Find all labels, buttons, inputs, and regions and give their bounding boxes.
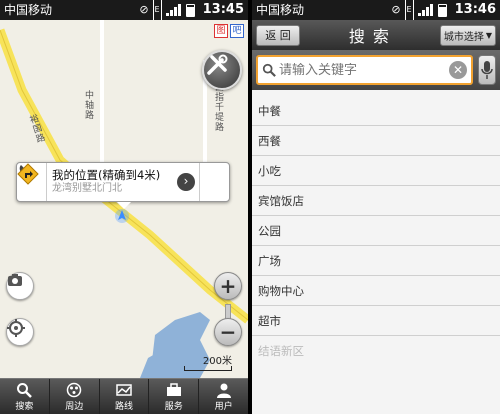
bottom-nav: 搜索 周边 路线 服务 用户 — [0, 378, 248, 414]
search-icon — [262, 63, 276, 77]
route-button[interactable] — [17, 163, 229, 201]
clock: 13:46 — [454, 2, 496, 17]
nav-label: 用户 — [214, 402, 233, 412]
scale-bar — [184, 366, 232, 371]
carrier-label: 中国移动 — [4, 3, 53, 17]
alarm-icon: ⊘ — [139, 3, 149, 16]
location-bubble[interactable]: 我的位置(精确到4米) 龙湾别墅北门北 › — [16, 162, 230, 209]
back-button[interactable]: 返 回 — [256, 24, 300, 46]
list-item[interactable]: 结语新区 — [252, 336, 500, 358]
list-item[interactable]: 西餐 — [252, 126, 500, 156]
turn-arrow-icon — [17, 163, 39, 185]
city-select-label: 城市选择 — [443, 31, 484, 43]
tools-icon — [207, 54, 228, 75]
nav-route[interactable]: 路线 — [100, 379, 150, 414]
locate-button[interactable] — [6, 318, 34, 346]
location-address: 龙湾别墅北门北 — [52, 183, 122, 194]
search-icon — [17, 383, 33, 398]
camera-button[interactable] — [6, 272, 34, 300]
list-item[interactable]: 中餐 — [252, 96, 500, 126]
search-input[interactable] — [279, 62, 449, 78]
map-canvas[interactable]: 中轴路 裕国路 田指千堤路 图吧 我的位置(精确到4米) 龙湾别墅北门北 › +… — [0, 20, 248, 378]
status-bar: 中国移动 ⊘ E 13:46 — [252, 0, 500, 21]
signal-icon — [417, 4, 434, 16]
title-bar: 返 回 搜索 城市选择 ▼ — [252, 20, 500, 50]
battery-icon — [437, 3, 447, 17]
map-screen: 中国移动 ⊘ E 13:45 中轴路 裕国路 田指千堤路 图吧 我的位置(精确到… — [0, 0, 248, 414]
list-item[interactable]: 广场 — [252, 246, 500, 276]
nav-label: 周边 — [65, 402, 84, 412]
logo-icon: 吧 — [230, 24, 244, 38]
zoom-out-button[interactable]: − — [214, 318, 242, 346]
clear-button[interactable]: ✕ — [449, 61, 467, 79]
search-row: ✕ — [252, 50, 500, 90]
list-item[interactable]: 公园 — [252, 216, 500, 246]
signal-e-icon: E — [152, 0, 162, 21]
signal-e-icon: E — [404, 0, 414, 21]
target-icon — [7, 319, 25, 337]
clock: 13:45 — [202, 2, 244, 17]
dropdown-arrow-icon: ▼ — [485, 30, 492, 40]
page-title: 搜索 — [348, 27, 397, 46]
nav-service[interactable]: 服务 — [149, 379, 200, 414]
tools-button[interactable] — [202, 50, 242, 90]
city-select-button[interactable]: 城市选择 ▼ — [439, 24, 496, 46]
briefcase-icon — [166, 383, 181, 396]
microphone-icon — [481, 61, 493, 79]
nav-user[interactable]: 用户 — [199, 379, 248, 414]
road-label: 中轴路 — [83, 90, 93, 120]
location-title: 我的位置(精确到4米) — [52, 168, 161, 182]
nearby-icon — [66, 382, 82, 398]
scale-label: 200米 — [202, 356, 232, 367]
map-logo: 图吧 — [214, 24, 244, 38]
list-item[interactable]: 超市 — [252, 306, 500, 336]
location-marker-icon — [115, 209, 129, 223]
nav-label: 服务 — [164, 402, 183, 412]
user-icon — [216, 383, 231, 398]
more-info-button[interactable]: › — [177, 173, 195, 191]
carrier-label: 中国移动 — [256, 3, 305, 17]
list-item[interactable]: 购物中心 — [252, 276, 500, 306]
nav-label: 搜索 — [15, 402, 34, 412]
battery-icon — [185, 3, 195, 17]
alarm-icon: ⊘ — [391, 3, 401, 16]
camera-icon — [8, 274, 22, 286]
signal-icon — [165, 4, 182, 16]
route-icon — [116, 384, 132, 396]
nav-search[interactable]: 搜索 — [0, 379, 50, 414]
plus-icon: + — [219, 274, 237, 298]
logo-icon: 图 — [214, 24, 228, 38]
category-list: 中餐 西餐 小吃 宾馆饭店 公园 广场 购物中心 超市 结语新区 — [252, 96, 500, 358]
search-screen: 中国移动 ⊘ E 13:46 返 回 搜索 城市选择 ▼ ✕ 中餐 西餐 — [252, 0, 500, 414]
minus-icon: − — [219, 320, 237, 344]
voice-search-button[interactable] — [478, 55, 496, 85]
search-box[interactable]: ✕ — [256, 55, 473, 85]
status-bar: 中国移动 ⊘ E 13:45 — [0, 0, 248, 21]
list-item[interactable]: 宾馆饭店 — [252, 186, 500, 216]
close-icon: ✕ — [452, 63, 464, 77]
list-item[interactable]: 小吃 — [252, 156, 500, 186]
zoom-in-button[interactable]: + — [214, 272, 242, 300]
nav-label: 路线 — [114, 402, 133, 412]
nav-nearby[interactable]: 周边 — [50, 379, 100, 414]
